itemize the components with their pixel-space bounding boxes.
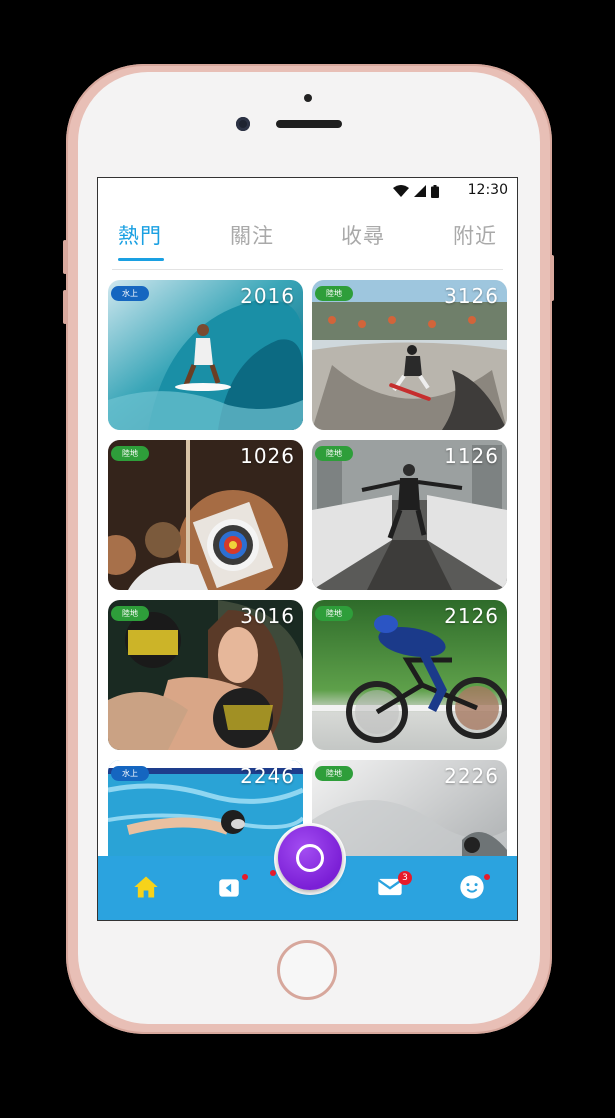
tab-nearby[interactable]: 附近 — [453, 220, 497, 250]
tab-search[interactable]: 收尋 — [341, 220, 385, 250]
category-tag: 陸地 — [315, 446, 353, 461]
video-card-jumping[interactable]: 陸地 1126 — [312, 440, 507, 590]
notification-dot — [270, 870, 276, 876]
category-tag: 陸地 — [315, 766, 353, 781]
volume-down-button — [63, 290, 67, 324]
wifi-icon — [393, 185, 409, 197]
home-icon — [134, 876, 158, 898]
signal-icon — [414, 185, 426, 197]
tab-popular[interactable]: 熱門 — [118, 220, 162, 250]
view-count: 3016 — [240, 604, 295, 628]
view-count: 1026 — [240, 444, 295, 468]
volume-up-button — [63, 240, 67, 274]
tab-bar: 熱門 關注 收尋 附近 — [98, 220, 517, 260]
video-card-surfing[interactable]: 水上 2016 — [108, 280, 303, 430]
status-icons — [393, 184, 439, 198]
video-card-archery[interactable]: 陸地 1026 — [108, 440, 303, 590]
proximity-sensor — [304, 94, 312, 102]
view-count: 2226 — [444, 764, 499, 788]
video-icon — [219, 879, 239, 897]
mail-badge: 3 — [398, 871, 412, 885]
status-bar: 12:30 — [98, 178, 517, 204]
nav-video[interactable] — [216, 873, 248, 903]
front-camera — [236, 117, 250, 131]
video-card-skateboarding[interactable]: 陸地 3126 — [312, 280, 507, 430]
power-button — [550, 255, 554, 301]
earpiece-speaker — [276, 120, 342, 128]
record-ring-icon — [296, 844, 324, 872]
tab-divider — [112, 269, 503, 270]
battery-icon — [431, 184, 439, 198]
category-tag: 陸地 — [111, 446, 149, 461]
category-tag: 陸地 — [315, 606, 353, 621]
category-tag: 陸地 — [315, 286, 353, 301]
center-record-button[interactable] — [278, 826, 342, 890]
view-count: 2246 — [240, 764, 295, 788]
notification-dot — [242, 874, 248, 880]
category-tag: 陸地 — [111, 606, 149, 621]
category-tag: 水上 — [111, 766, 149, 781]
category-tag: 水上 — [111, 286, 149, 301]
nav-profile[interactable] — [458, 873, 490, 903]
app-screen: 12:30 熱門 關注 收尋 附近 水上 2016 陸地 3126 陸地 102… — [97, 177, 518, 921]
status-time: 12:30 — [467, 182, 508, 198]
active-tab-indicator — [118, 258, 164, 261]
view-count: 3126 — [444, 284, 499, 308]
notification-dot — [484, 874, 490, 880]
nav-mail[interactable]: 3 — [376, 871, 412, 903]
view-count: 2126 — [444, 604, 499, 628]
nav-home[interactable] — [132, 873, 162, 903]
video-card-boxing[interactable]: 陸地 3016 — [108, 600, 303, 750]
video-card-cycling[interactable]: 陸地 2126 — [312, 600, 507, 750]
tab-following[interactable]: 關注 — [230, 220, 274, 250]
smiley-icon — [460, 875, 484, 899]
view-count: 2016 — [240, 284, 295, 308]
home-button[interactable] — [277, 940, 337, 1000]
view-count: 1126 — [444, 444, 499, 468]
